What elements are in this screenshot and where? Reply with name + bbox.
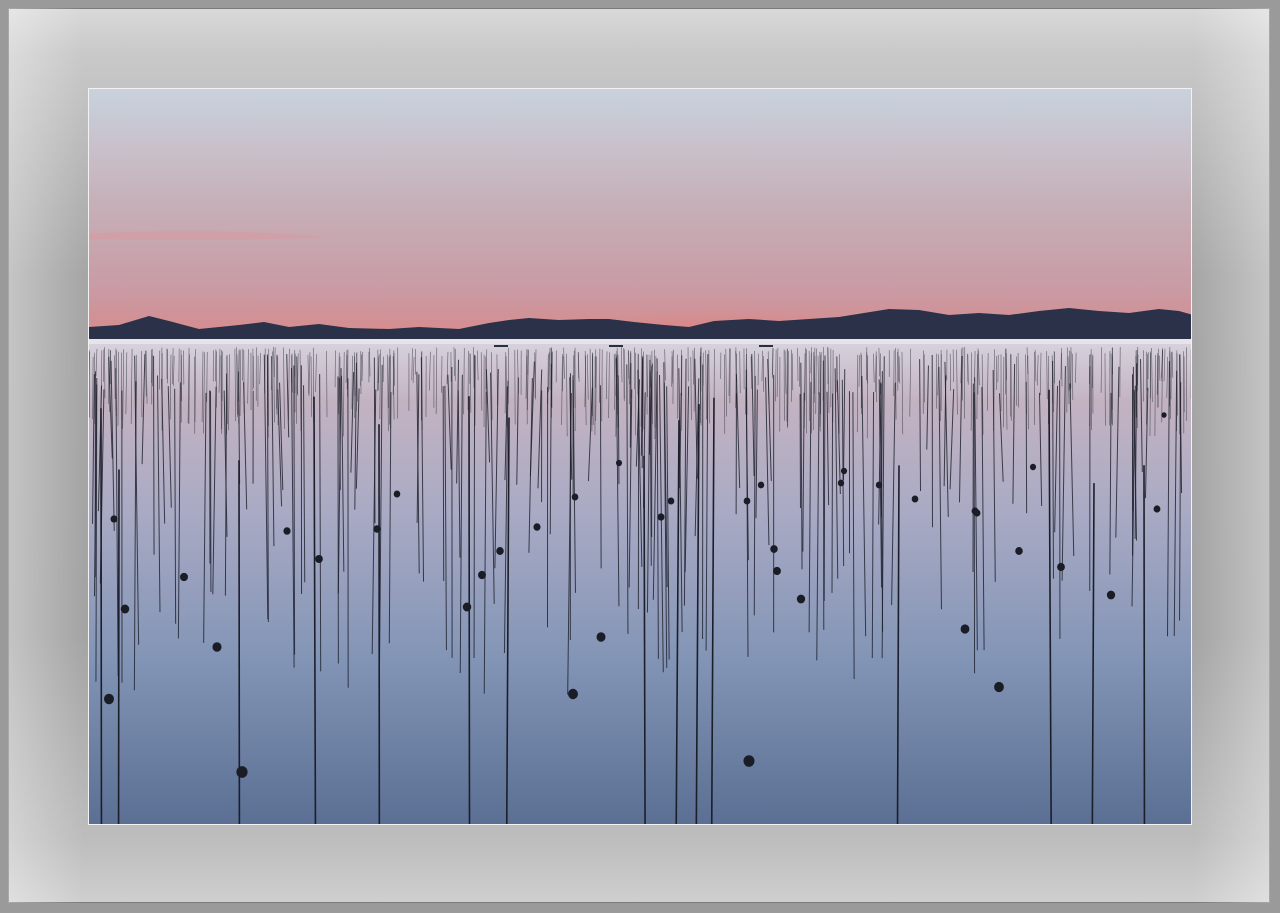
buoy	[571, 493, 579, 501]
buoy	[1106, 590, 1116, 600]
buoy	[875, 481, 883, 489]
buoy	[773, 566, 781, 576]
buoy	[180, 572, 188, 582]
buoy	[796, 594, 806, 604]
boat	[759, 345, 773, 347]
buoy	[840, 467, 848, 475]
boat	[609, 345, 623, 347]
buoy	[496, 547, 504, 555]
buoy	[911, 495, 919, 503]
outer-frame	[0, 0, 1280, 913]
buoy	[973, 509, 981, 517]
buoy	[373, 525, 381, 533]
buoy	[615, 459, 623, 467]
buoy	[283, 527, 291, 535]
buoy	[960, 624, 970, 634]
buoy	[596, 632, 606, 642]
buoy	[315, 554, 323, 564]
buoy	[393, 490, 401, 498]
buoy	[478, 570, 486, 580]
buoy	[743, 755, 755, 767]
buoy	[1029, 463, 1037, 471]
buoy	[212, 642, 222, 652]
photograph	[88, 88, 1192, 825]
buoy	[568, 688, 578, 700]
buoy	[110, 515, 118, 523]
far-shore	[89, 339, 1191, 344]
buoy	[657, 513, 665, 521]
buoy	[837, 479, 845, 487]
pole	[442, 386, 445, 581]
buoy	[236, 766, 248, 778]
pole	[373, 357, 376, 524]
buoy	[104, 693, 114, 705]
buoy	[1057, 562, 1065, 572]
seascape-image	[89, 89, 1191, 824]
buoy	[1161, 412, 1167, 418]
buoy	[462, 602, 472, 612]
pole	[629, 363, 632, 448]
buoy	[770, 545, 778, 553]
boat	[494, 345, 508, 347]
buoy	[757, 481, 765, 489]
pole	[643, 455, 646, 824]
buoy	[533, 523, 541, 531]
pole	[831, 393, 834, 593]
buoy	[667, 497, 675, 505]
pole	[473, 354, 476, 659]
buoy	[1015, 547, 1023, 555]
buoy	[994, 681, 1004, 693]
pole	[293, 365, 296, 655]
buoy	[120, 604, 130, 614]
buoy	[1153, 505, 1161, 513]
buoy	[743, 497, 751, 505]
